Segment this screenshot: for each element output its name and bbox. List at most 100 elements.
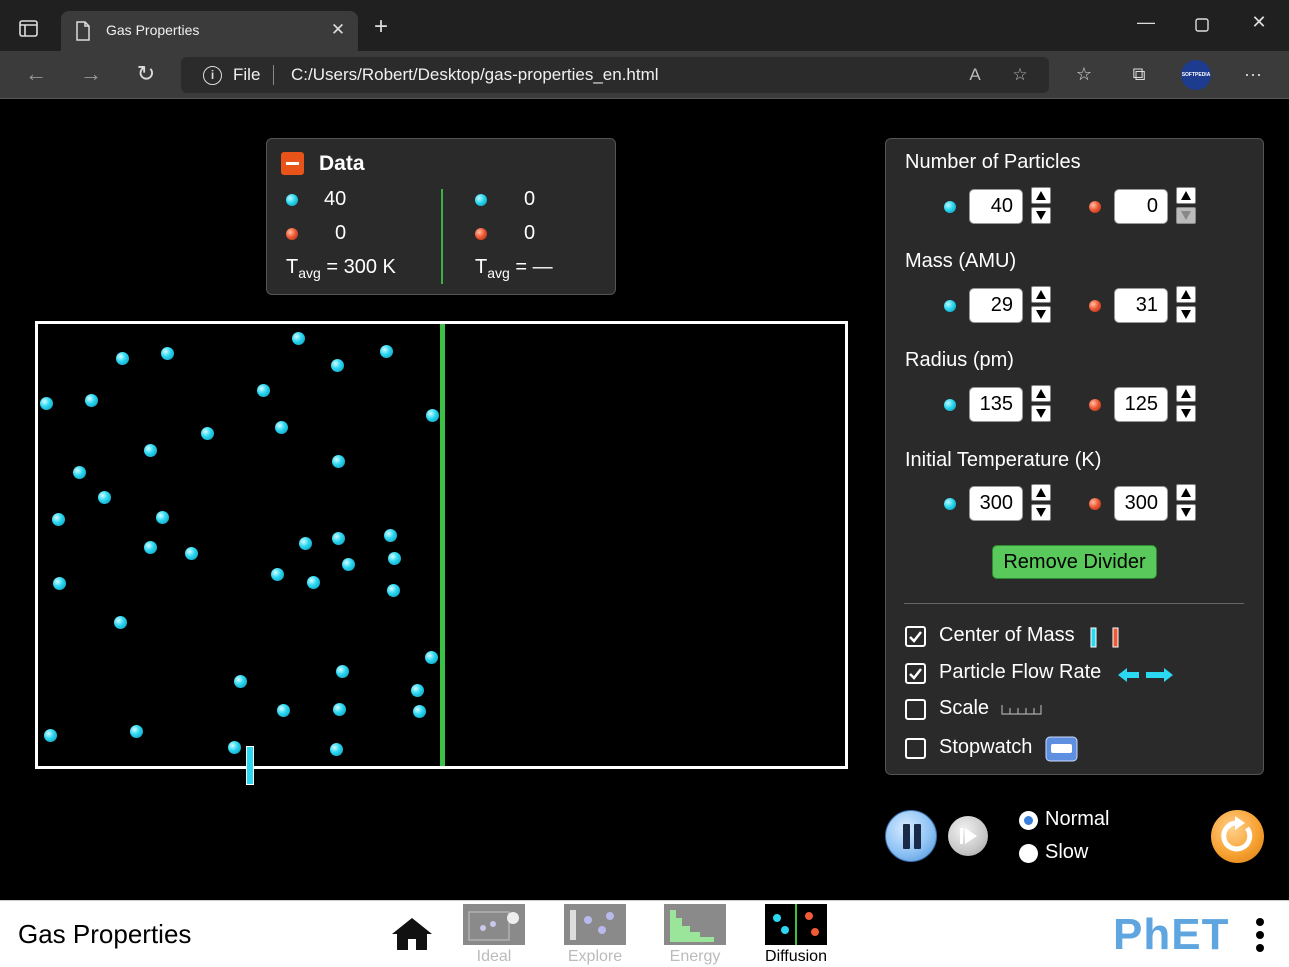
temperature-blue-input[interactable]: 300 [969, 486, 1023, 521]
collapse-button[interactable] [281, 152, 304, 175]
home-icon[interactable] [390, 916, 434, 952]
info-icon[interactable]: i [203, 66, 222, 85]
data-panel: Data 40 0 Tavg = 300 K 0 0 Tavg = — [266, 138, 616, 295]
speed-slow-radio[interactable] [1019, 844, 1038, 863]
right-red-count: 0 [524, 222, 536, 244]
screen-tab-energy[interactable]: Energy [663, 904, 727, 966]
favorite-add-icon[interactable]: ☆ [1009, 65, 1031, 87]
close-icon[interactable]: ✕ [328, 20, 348, 40]
decrement-button[interactable] [1031, 207, 1051, 224]
decrement-button[interactable] [1031, 306, 1051, 323]
decrement-button[interactable] [1176, 405, 1196, 422]
maximize-icon[interactable] [1187, 12, 1217, 40]
temperature-blue-stepper[interactable] [1031, 484, 1051, 522]
increment-button[interactable] [1031, 385, 1051, 402]
more-icon[interactable]: ··· [1241, 64, 1265, 88]
reset-all-button[interactable] [1211, 810, 1264, 863]
read-aloud-icon[interactable]: A [964, 65, 986, 87]
radius-blue-input[interactable]: 135 [969, 387, 1023, 422]
checkbox[interactable] [905, 699, 926, 720]
increment-button[interactable] [1176, 484, 1196, 501]
checkbox[interactable] [905, 626, 926, 647]
red-particle-icon [475, 228, 487, 240]
temperature-label: Initial Temperature (K) [905, 449, 1102, 471]
diffusion-thumbnail [765, 904, 827, 945]
close-window-icon[interactable]: ✕ [1244, 12, 1274, 40]
blue-particle [113, 615, 127, 629]
increment-button[interactable] [1031, 187, 1051, 204]
address-bar[interactable]: i File C:/Users/Robert/Desktop/gas-prope… [181, 57, 1049, 93]
blue-particle [274, 420, 288, 434]
blue-particle [276, 703, 290, 717]
increment-button[interactable] [1176, 385, 1196, 402]
favorites-icon[interactable]: ☆ [1072, 64, 1096, 88]
radius-red-input[interactable]: 125 [1114, 387, 1168, 422]
back-icon[interactable]: ← [22, 61, 50, 89]
step-button[interactable] [948, 816, 988, 856]
speed-slow-label: Slow [1045, 841, 1089, 863]
center-of-mass-label: Center of Mass [939, 624, 1075, 646]
data-divider [441, 189, 443, 284]
blue-particle [115, 351, 129, 365]
forward-icon[interactable]: → [77, 61, 105, 89]
radius-blue-stepper[interactable] [1031, 385, 1051, 423]
checkbox[interactable] [905, 663, 926, 684]
radio-selected-dot [1024, 816, 1033, 825]
blue-particle [84, 393, 98, 407]
increment-button[interactable] [1176, 286, 1196, 303]
checkbox[interactable] [905, 738, 926, 759]
particles-red-input[interactable]: 0 [1114, 189, 1168, 224]
temperature-red-stepper[interactable] [1176, 484, 1196, 522]
particles-blue-stepper[interactable] [1031, 187, 1051, 225]
decrement-button[interactable] [1176, 504, 1196, 521]
blue-particle [341, 557, 355, 571]
plus-icon[interactable]: + [368, 15, 394, 39]
blue-particle [379, 344, 393, 358]
sidebar-icon[interactable] [18, 18, 40, 40]
profile-avatar[interactable]: SOFTPEDIA [1181, 60, 1211, 90]
screen-label: Energy [669, 948, 721, 965]
blue-particle [233, 674, 247, 688]
increment-button[interactable] [1031, 484, 1051, 501]
phet-logo[interactable]: PhET [1113, 913, 1229, 957]
speed-normal-radio[interactable] [1019, 811, 1038, 830]
mass-red-input[interactable]: 31 [1114, 288, 1168, 323]
mass-red-stepper[interactable] [1176, 286, 1196, 324]
flow-rate-arrows-icon [1118, 668, 1173, 682]
blue-particle [298, 536, 312, 550]
mass-blue-stepper[interactable] [1031, 286, 1051, 324]
data-title: Data [319, 152, 365, 175]
address-url[interactable]: C:/Users/Robert/Desktop/gas-properties_e… [291, 65, 659, 85]
particles-red-stepper[interactable] [1176, 187, 1196, 225]
radius-red-stepper[interactable] [1176, 385, 1196, 423]
blue-particle [256, 383, 270, 397]
screen-tab-ideal[interactable]: Ideal [462, 904, 526, 966]
collections-icon[interactable]: ⧉ [1127, 64, 1151, 88]
pause-icon [914, 824, 921, 849]
mass-blue-input[interactable]: 29 [969, 288, 1023, 323]
browser-tab[interactable]: Gas Properties ✕ [61, 11, 358, 51]
decrement-button[interactable] [1176, 207, 1196, 224]
decrement-button[interactable] [1031, 405, 1051, 422]
blue-particle-icon [286, 194, 298, 206]
temperature-red-input[interactable]: 300 [1114, 486, 1168, 521]
sim-navbar: Gas Properties Ideal Explore Energy Diff… [0, 900, 1289, 967]
remove-divider-button[interactable]: Remove Divider [992, 545, 1157, 579]
decrement-button[interactable] [1176, 306, 1196, 323]
increment-button[interactable] [1031, 286, 1051, 303]
screen-tab-explore[interactable]: Explore [563, 904, 627, 966]
energy-thumbnail [664, 904, 726, 945]
tab-title: Gas Properties [106, 22, 200, 38]
minimize-icon[interactable]: — [1131, 12, 1161, 40]
radius-label: Radius (pm) [905, 349, 1014, 371]
phet-menu-icon[interactable] [1256, 918, 1264, 956]
decrement-button[interactable] [1031, 504, 1051, 521]
increment-button[interactable] [1176, 187, 1196, 204]
screen-tab-diffusion[interactable]: Diffusion [764, 904, 828, 966]
particles-blue-input[interactable]: 40 [969, 189, 1023, 224]
address-separator [273, 65, 274, 85]
center-of-mass-marker [246, 746, 254, 785]
right-tavg: Tavg = — [475, 256, 553, 281]
refresh-icon[interactable]: ↻ [132, 61, 160, 89]
pause-button[interactable] [885, 810, 937, 862]
